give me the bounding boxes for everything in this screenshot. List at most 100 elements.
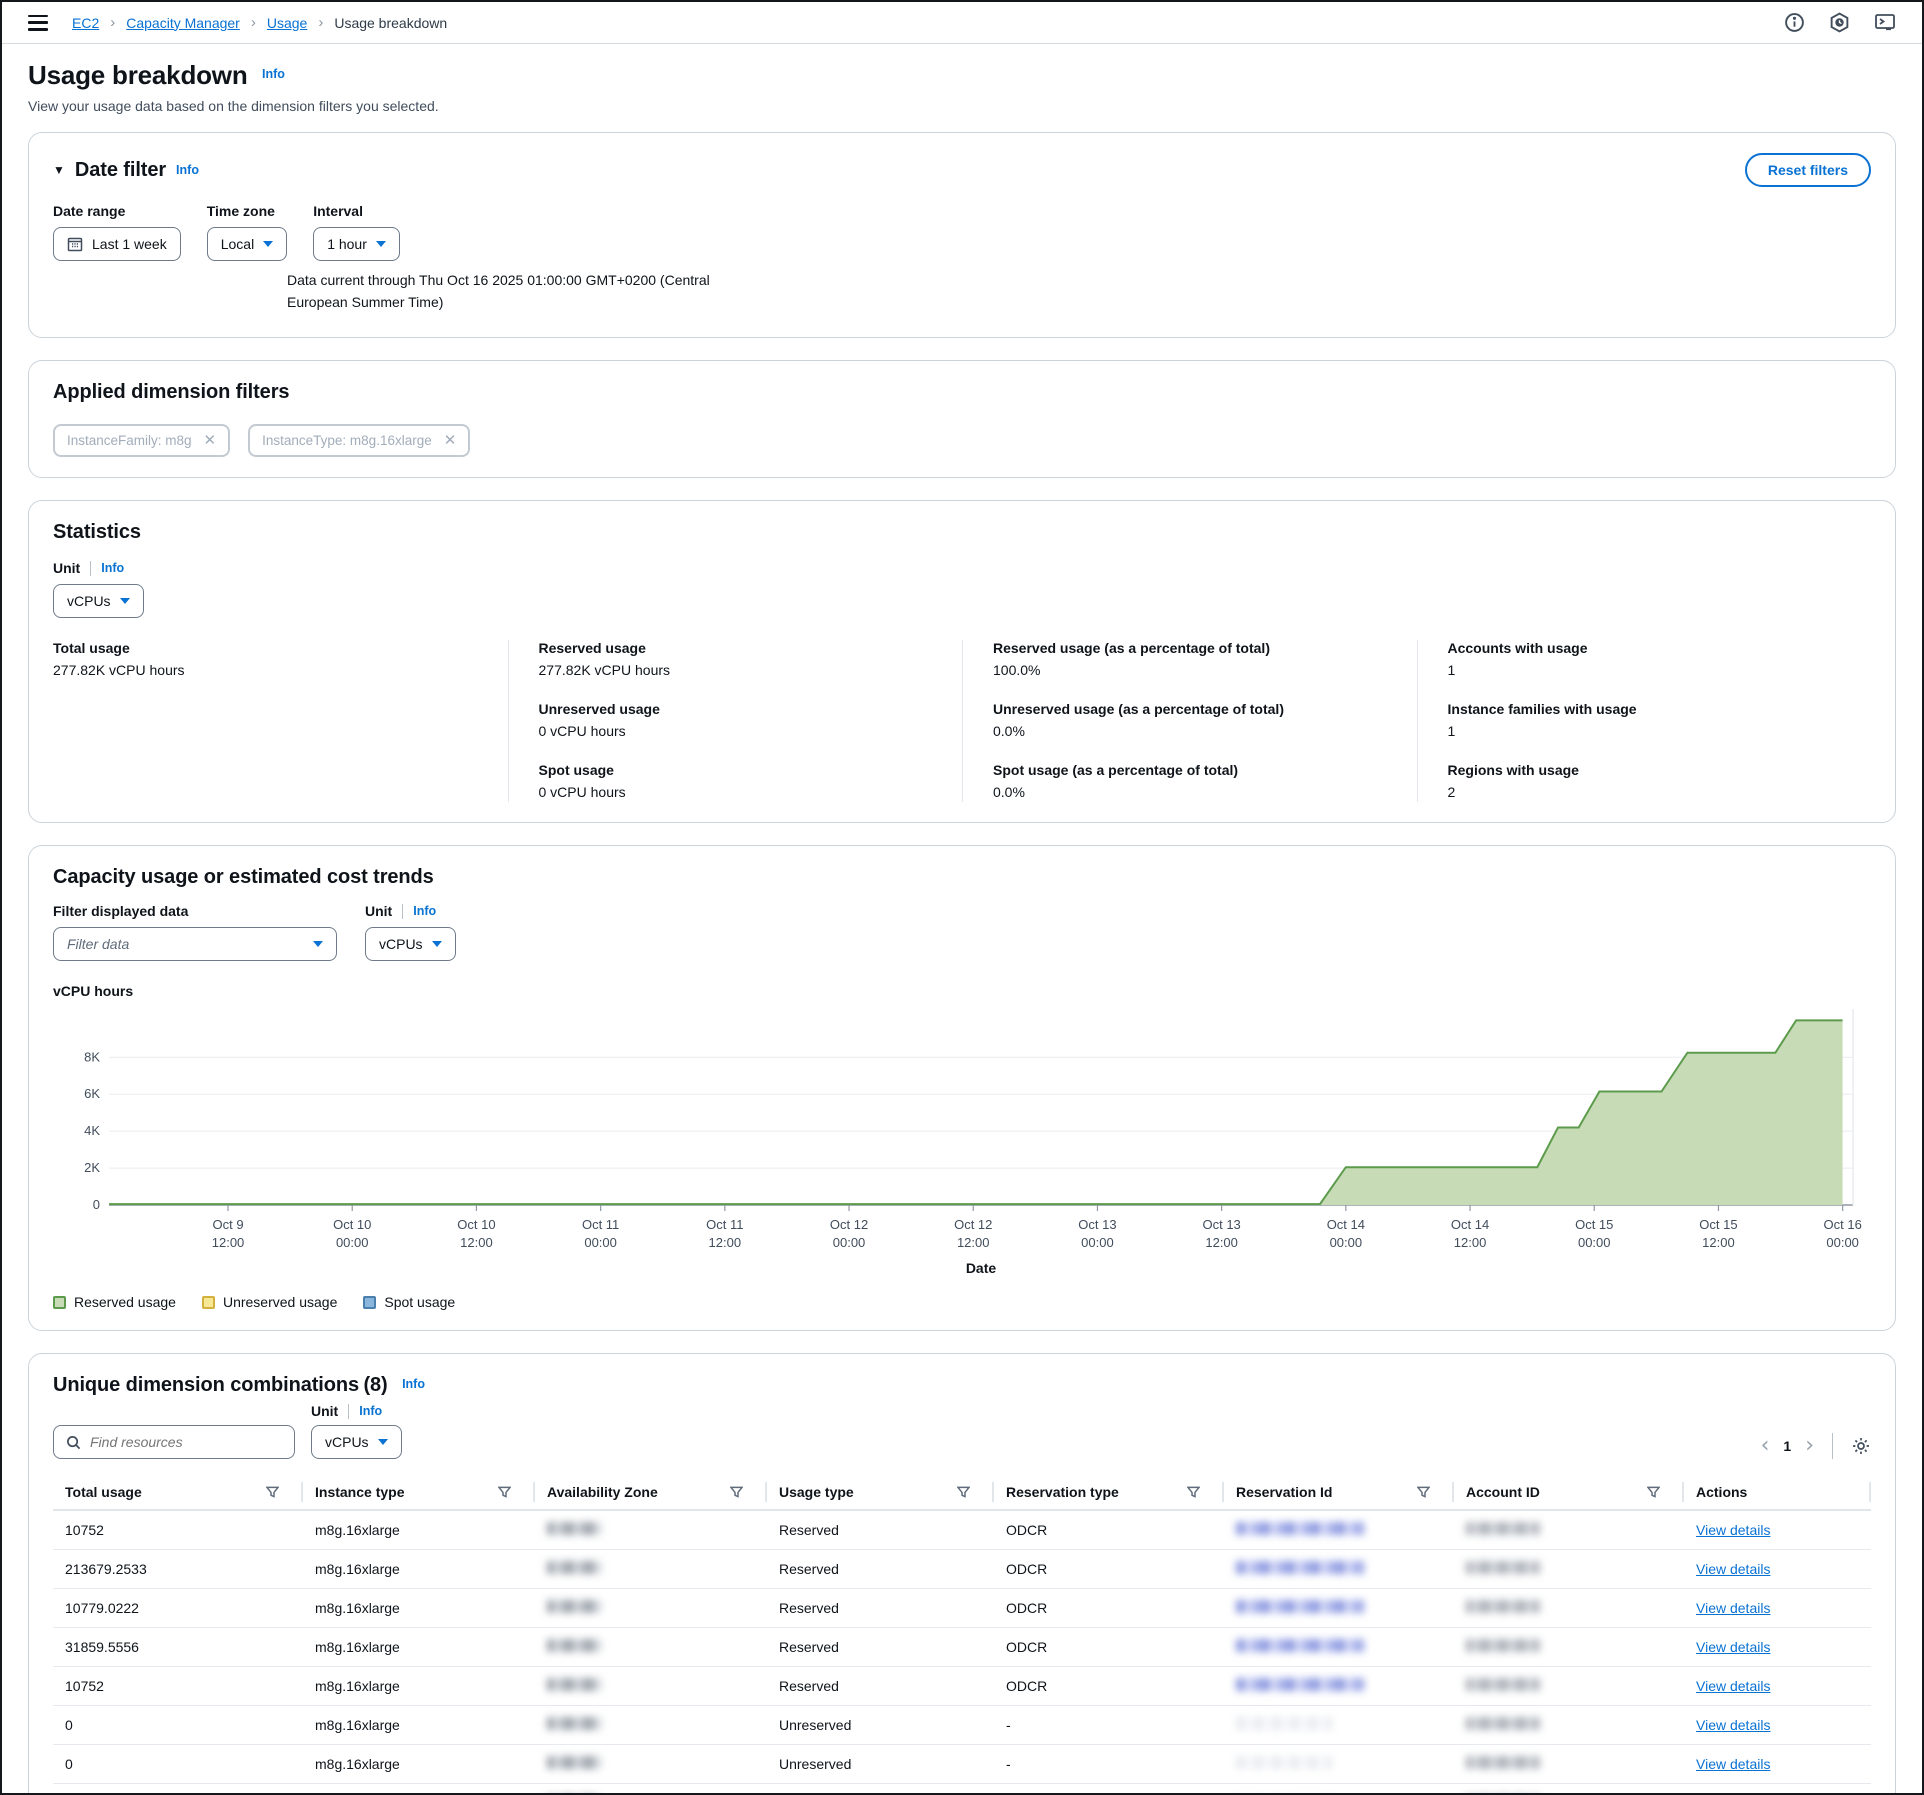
redacted-reservation-id-link[interactable]: [1236, 1561, 1364, 1574]
stat-item: Spot usage0 vCPU hours: [539, 762, 943, 800]
breadcrumb-item-ec2[interactable]: EC2: [72, 15, 99, 31]
view-details-link[interactable]: View details: [1696, 1600, 1770, 1616]
app-window: EC2›Capacity Manager›Usage›Usage breakdo…: [0, 0, 1924, 1795]
date-filter-info-link[interactable]: Info: [176, 163, 199, 177]
cell-total-usage: 31859.5556: [53, 1627, 303, 1666]
view-details-link[interactable]: View details: [1696, 1561, 1770, 1577]
view-details-link[interactable]: View details: [1696, 1756, 1770, 1772]
hamburger-menu-icon[interactable]: [28, 15, 48, 31]
breadcrumb-separator: ›: [110, 14, 115, 31]
column-filter-icon[interactable]: [730, 1486, 743, 1498]
cell-reservation-id: [1224, 1705, 1454, 1744]
interval-select[interactable]: 1 hour: [313, 227, 400, 261]
cloudshell-icon[interactable]: [1874, 12, 1896, 33]
redacted-reservation-id-link[interactable]: [1236, 1678, 1364, 1691]
redacted-reservation-id-link[interactable]: [1236, 1639, 1364, 1652]
table-unit-info-link[interactable]: Info: [359, 1404, 382, 1418]
breadcrumb-item-capacity-manager[interactable]: Capacity Manager: [126, 15, 240, 31]
svg-text:12:00: 12:00: [460, 1235, 493, 1250]
redacted-account-id: [1466, 1678, 1540, 1691]
next-page-button[interactable]: ›: [1805, 1435, 1814, 1457]
table-settings-gear-icon[interactable]: [1851, 1436, 1871, 1456]
column-filter-icon[interactable]: [1187, 1486, 1200, 1498]
find-resources-search[interactable]: [53, 1425, 295, 1459]
previous-page-button[interactable]: ‹: [1761, 1435, 1770, 1457]
stat-value: 0.0%: [993, 784, 1397, 800]
chip-remove-icon[interactable]: ✕: [204, 433, 217, 448]
column-header-total-usage: Total usage: [53, 1475, 303, 1510]
redacted-account-id: [1466, 1600, 1540, 1613]
statistics-grid: Total usage277.82K vCPU hoursReserved us…: [53, 640, 1871, 802]
stat-item: Regions with usage2: [1448, 762, 1852, 800]
column-filter-icon[interactable]: [266, 1486, 279, 1498]
column-filter-icon[interactable]: [1417, 1486, 1430, 1498]
stat-label: Accounts with usage: [1448, 640, 1852, 656]
table-row: 0m8g.16xlargeUnreserved-View details: [53, 1783, 1871, 1795]
dimension-combinations-table: Total usageInstance typeAvailability Zon…: [53, 1475, 1871, 1795]
trends-unit-info-link[interactable]: Info: [413, 904, 436, 918]
chart-legend: Reserved usage Unreserved usage Spot usage: [53, 1294, 1871, 1310]
hexagon-clock-icon[interactable]: [1829, 12, 1850, 33]
view-details-link[interactable]: View details: [1696, 1522, 1770, 1538]
cell-availability-zone: [535, 1705, 767, 1744]
breadcrumb-item-usage[interactable]: Usage: [267, 15, 307, 31]
stat-label: Spot usage: [539, 762, 943, 778]
date-range-button[interactable]: Last 1 week: [53, 227, 181, 261]
data-current-note: Data current through Thu Oct 16 2025 01:…: [287, 270, 732, 313]
svg-text:Oct 11: Oct 11: [582, 1217, 619, 1232]
current-page-number[interactable]: 1: [1783, 1438, 1791, 1454]
time-zone-select[interactable]: Local: [207, 227, 287, 261]
view-details-link[interactable]: View details: [1696, 1678, 1770, 1694]
column-filter-icon[interactable]: [957, 1486, 970, 1498]
cell-availability-zone: [535, 1588, 767, 1627]
svg-text:Oct 11: Oct 11: [706, 1217, 743, 1232]
breadcrumb-item-usage-breakdown: Usage breakdown: [334, 15, 447, 31]
trends-panel: Capacity usage or estimated cost trends …: [28, 845, 1896, 1331]
svg-text:2K: 2K: [84, 1160, 100, 1175]
search-input[interactable]: [90, 1434, 282, 1450]
stat-label: Spot usage (as a percentage of total): [993, 762, 1397, 778]
unit-info-link[interactable]: Info: [101, 561, 124, 575]
page-info-link[interactable]: Info: [262, 67, 285, 81]
stat-value: 0 vCPU hours: [539, 723, 943, 739]
chevron-down-icon: [432, 941, 442, 947]
column-header-label: Availability Zone: [547, 1484, 658, 1500]
redacted-reservation-id-link[interactable]: [1236, 1600, 1364, 1613]
trends-unit-value: vCPUs: [379, 936, 423, 952]
search-icon: [66, 1435, 81, 1450]
chip-remove-icon[interactable]: ✕: [444, 433, 457, 448]
table-info-link[interactable]: Info: [402, 1377, 425, 1391]
statistics-unit-select[interactable]: vCPUs: [53, 584, 144, 618]
view-details-link[interactable]: View details: [1696, 1639, 1770, 1655]
svg-text:12:00: 12:00: [1454, 1235, 1487, 1250]
cell-availability-zone: [535, 1627, 767, 1666]
legend-item[interactable]: Unreserved usage: [202, 1294, 337, 1310]
filter-data-combo[interactable]: Filter data: [53, 927, 337, 961]
date-filter-panel: ▼ Date filter Info Reset filters Date ra…: [28, 132, 1896, 338]
column-filter-icon[interactable]: [1647, 1486, 1660, 1498]
view-details-link[interactable]: View details: [1696, 1717, 1770, 1733]
legend-item[interactable]: Reserved usage: [53, 1294, 176, 1310]
legend-item[interactable]: Spot usage: [363, 1294, 455, 1310]
column-filter-icon[interactable]: [498, 1486, 511, 1498]
stat-item: Unreserved usage (as a percentage of tot…: [993, 701, 1397, 739]
svg-text:Oct 10: Oct 10: [457, 1217, 495, 1232]
cell-account-id: [1454, 1705, 1684, 1744]
redacted-availability-zone: [547, 1756, 601, 1769]
table-row: 10752m8g.16xlargeReservedODCRView detail…: [53, 1510, 1871, 1549]
reset-filters-button[interactable]: Reset filters: [1745, 153, 1871, 187]
trends-unit-select[interactable]: vCPUs: [365, 927, 456, 961]
svg-text:12:00: 12:00: [957, 1235, 990, 1250]
legend-swatch: [202, 1296, 215, 1309]
table-unit-select[interactable]: vCPUs: [311, 1425, 402, 1459]
collapse-caret-icon[interactable]: ▼: [53, 163, 65, 177]
redacted-account-id: [1466, 1522, 1540, 1535]
page-title: Usage breakdown: [28, 60, 248, 90]
redacted-availability-zone: [547, 1678, 601, 1691]
cell-usage-type: Unreserved: [767, 1744, 994, 1783]
cell-account-id: [1454, 1744, 1684, 1783]
info-icon[interactable]: [1784, 12, 1805, 33]
cell-total-usage: 0: [53, 1783, 303, 1795]
redacted-reservation-id-link[interactable]: [1236, 1522, 1364, 1535]
table-unit-label: Unit: [311, 1403, 338, 1419]
